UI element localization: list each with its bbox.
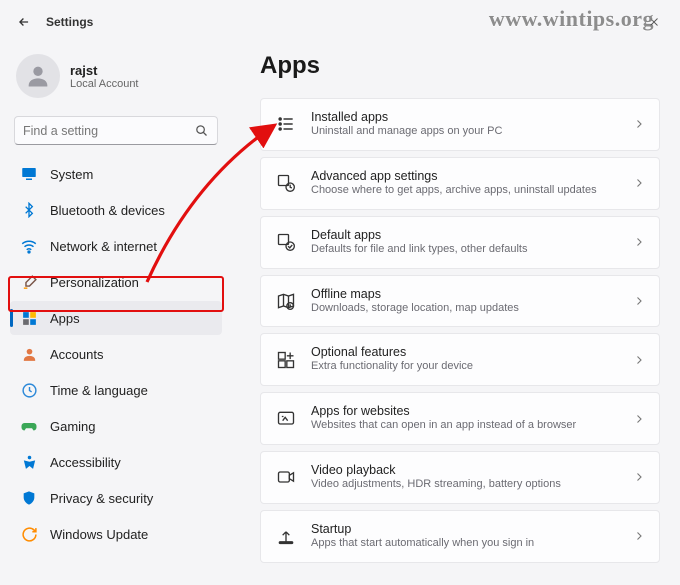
nav-list: System Bluetooth & devices Network & int… [10, 157, 222, 551]
card-installed-apps[interactable]: Installed apps Uninstall and manage apps… [260, 98, 660, 151]
card-subtitle: Video adjustments, HDR streaming, batter… [311, 477, 561, 492]
apps-icon [20, 309, 38, 327]
search-input[interactable] [23, 124, 194, 138]
page-title: Apps [260, 52, 660, 80]
card-subtitle: Downloads, storage location, map updates [311, 301, 519, 316]
card-default-apps[interactable]: Default apps Defaults for file and link … [260, 216, 660, 269]
titlebar: Settings [0, 0, 680, 40]
avatar [16, 54, 60, 98]
sidebar-item-network[interactable]: Network & internet [10, 229, 222, 263]
bluetooth-icon [20, 201, 38, 219]
chevron-right-icon [633, 471, 645, 483]
close-button[interactable] [642, 10, 666, 34]
search-icon [194, 123, 209, 138]
sidebar-item-system[interactable]: System [10, 157, 222, 191]
sidebar-item-personalization[interactable]: Personalization [10, 265, 222, 299]
card-title: Video playback [311, 463, 561, 477]
chevron-right-icon [633, 413, 645, 425]
chevron-right-icon [633, 354, 645, 366]
sidebar-item-privacy[interactable]: Privacy & security [10, 481, 222, 515]
accounts-icon [20, 345, 38, 363]
sidebar-item-accounts[interactable]: Accounts [10, 337, 222, 371]
sidebar-item-label: Accounts [50, 347, 103, 362]
sidebar-item-label: Gaming [50, 419, 96, 434]
user-name: rajst [70, 63, 139, 78]
window-title: Settings [46, 15, 93, 29]
card-title: Installed apps [311, 110, 502, 124]
card-title: Offline maps [311, 287, 519, 301]
chevron-right-icon [633, 530, 645, 542]
wifi-icon [20, 237, 38, 255]
sidebar-item-bluetooth[interactable]: Bluetooth & devices [10, 193, 222, 227]
sidebar-item-label: Bluetooth & devices [50, 203, 165, 218]
shield-icon [20, 489, 38, 507]
card-optional-features[interactable]: Optional features Extra functionality fo… [260, 333, 660, 386]
card-list: Installed apps Uninstall and manage apps… [260, 98, 660, 563]
user-account[interactable]: rajst Local Account [10, 48, 222, 112]
sidebar-item-accessibility[interactable]: Accessibility [10, 445, 222, 479]
link-app-icon [275, 408, 297, 430]
gaming-icon [20, 417, 38, 435]
sidebar-item-label: System [50, 167, 93, 182]
card-subtitle: Uninstall and manage apps on your PC [311, 124, 502, 139]
default-apps-icon [275, 231, 297, 253]
card-subtitle: Apps that start automatically when you s… [311, 536, 534, 551]
advanced-settings-icon [275, 172, 297, 194]
plus-grid-icon [275, 349, 297, 371]
sidebar-item-label: Apps [50, 311, 80, 326]
chevron-right-icon [633, 118, 645, 130]
update-icon [20, 525, 38, 543]
system-icon [20, 165, 38, 183]
content: Apps Installed apps Uninstall and manage… [232, 40, 680, 585]
sidebar: rajst Local Account System Bluetooth & d… [0, 40, 232, 585]
search-box[interactable] [14, 116, 218, 145]
chevron-right-icon [633, 236, 645, 248]
sidebar-item-label: Windows Update [50, 527, 148, 542]
card-offline-maps[interactable]: Offline maps Downloads, storage location… [260, 275, 660, 328]
card-title: Optional features [311, 345, 473, 359]
sidebar-item-apps[interactable]: Apps [10, 301, 222, 335]
installed-apps-icon [275, 113, 297, 135]
card-video-playback[interactable]: Video playback Video adjustments, HDR st… [260, 451, 660, 504]
chevron-right-icon [633, 177, 645, 189]
card-subtitle: Extra functionality for your device [311, 359, 473, 374]
card-apps-for-websites[interactable]: Apps for websites Websites that can open… [260, 392, 660, 445]
card-startup[interactable]: Startup Apps that start automatically wh… [260, 510, 660, 563]
sidebar-item-gaming[interactable]: Gaming [10, 409, 222, 443]
startup-icon [275, 525, 297, 547]
user-type: Local Account [70, 78, 139, 90]
clock-icon [20, 381, 38, 399]
sidebar-item-label: Privacy & security [50, 491, 153, 506]
sidebar-item-label: Accessibility [50, 455, 121, 470]
card-title: Advanced app settings [311, 169, 597, 183]
card-subtitle: Choose where to get apps, archive apps, … [311, 183, 597, 198]
video-icon [275, 466, 297, 488]
sidebar-item-label: Network & internet [50, 239, 157, 254]
card-subtitle: Websites that can open in an app instead… [311, 418, 576, 433]
card-title: Default apps [311, 228, 527, 242]
card-title: Apps for websites [311, 404, 576, 418]
chevron-right-icon [633, 295, 645, 307]
sidebar-item-label: Time & language [50, 383, 148, 398]
map-icon [275, 290, 297, 312]
sidebar-item-time-language[interactable]: Time & language [10, 373, 222, 407]
card-advanced-app-settings[interactable]: Advanced app settings Choose where to ge… [260, 157, 660, 210]
card-subtitle: Defaults for file and link types, other … [311, 242, 527, 257]
card-title: Startup [311, 522, 534, 536]
accessibility-icon [20, 453, 38, 471]
back-button[interactable] [14, 12, 34, 32]
sidebar-item-windows-update[interactable]: Windows Update [10, 517, 222, 551]
sidebar-item-label: Personalization [50, 275, 139, 290]
paint-icon [20, 273, 38, 291]
